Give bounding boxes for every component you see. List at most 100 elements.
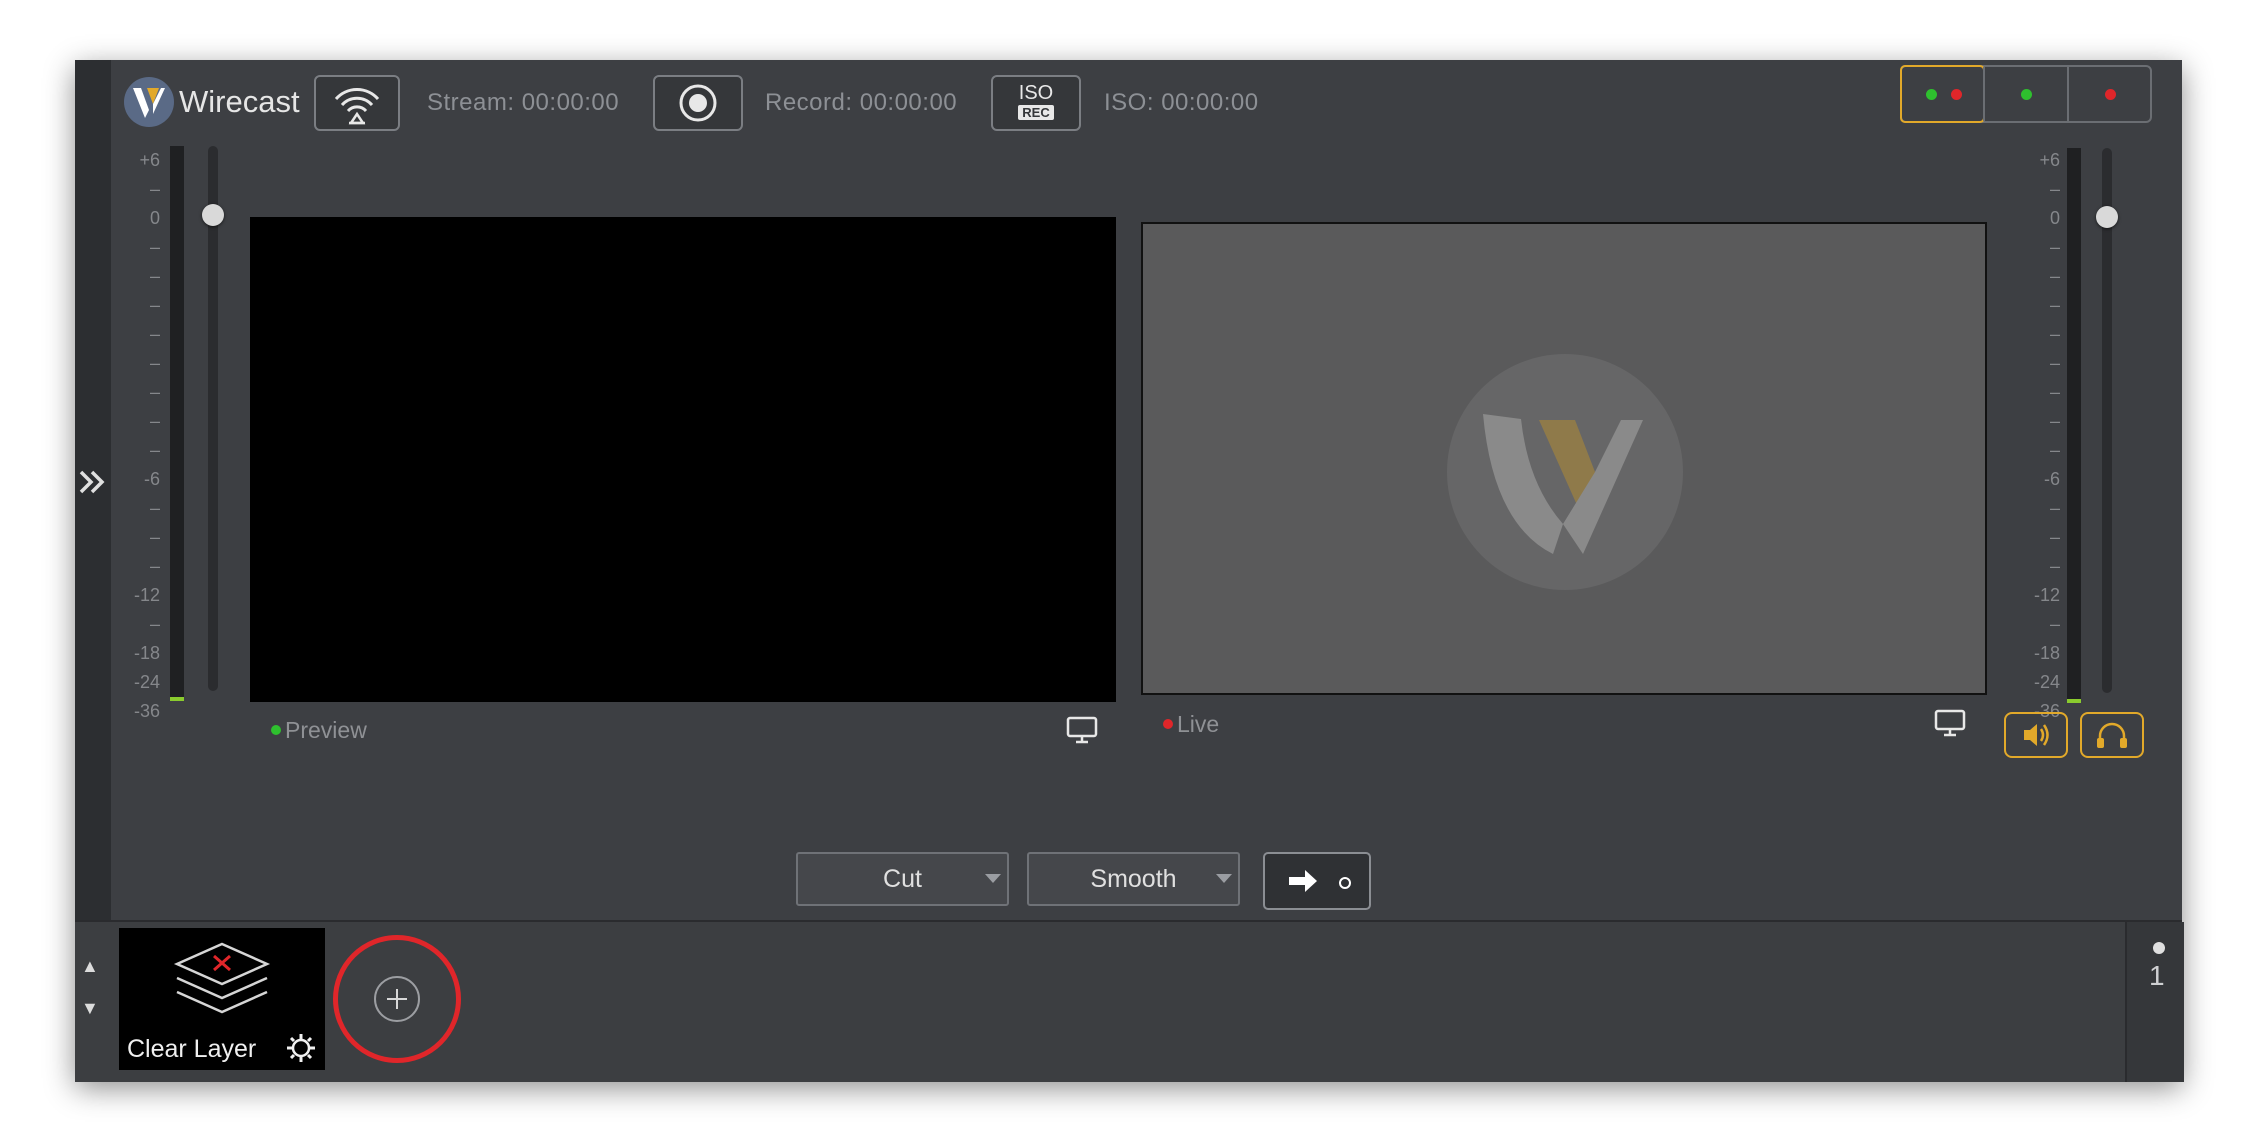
speaker-button[interactable] xyxy=(2004,712,2068,758)
headphones-button[interactable] xyxy=(2080,712,2144,758)
speaker-icon xyxy=(2024,724,2049,746)
meter-scale-tick: -12 xyxy=(133,585,160,605)
meter-scale-tick: – xyxy=(149,382,160,402)
status-red-toggle[interactable] xyxy=(2066,67,2150,121)
preview-monitor-button[interactable] xyxy=(1065,715,1099,745)
headphones-icon xyxy=(2097,722,2127,748)
layers-icon xyxy=(173,942,271,1014)
layer-down-arrow-icon[interactable]: ▼ xyxy=(81,998,99,1019)
meter-scale-tick: – xyxy=(2049,237,2060,257)
iso-status: ISO: 00:00:00 xyxy=(1104,89,1259,117)
transition-select-1[interactable]: Cut xyxy=(796,852,1009,906)
meter-scale-tick: – xyxy=(149,179,160,199)
wirecast-window: Wirecast Stream: 00:00:00 Record: 00:00:… xyxy=(75,60,2184,1082)
meter-scale-tick: – xyxy=(2049,382,2060,402)
meter-scale-tick: – xyxy=(2049,295,2060,315)
preview-label: Preview xyxy=(285,717,367,743)
go-transition-button[interactable] xyxy=(1263,852,1371,910)
green-status-dot xyxy=(2021,89,2033,100)
wirecast-logo xyxy=(123,76,175,128)
meter-scale-tick: – xyxy=(149,353,160,373)
shot-name: Clear Layer xyxy=(127,1035,257,1063)
meter-scale-tick: – xyxy=(149,411,160,431)
iso-label: ISO: xyxy=(1104,89,1155,116)
meter-scale-tick: – xyxy=(2049,440,2060,460)
meter-scale-tick: – xyxy=(149,440,160,460)
layer-number: 1 xyxy=(2149,960,2165,991)
plus-icon xyxy=(387,989,407,1009)
meter-scale-tick: – xyxy=(149,498,160,518)
double-chevron-right-icon xyxy=(79,470,105,494)
status-all-toggle[interactable] xyxy=(1900,65,1986,123)
layer-active-dot xyxy=(2153,942,2165,954)
meter-scale-tick: – xyxy=(2049,527,2060,547)
monitor-icon xyxy=(1066,716,1098,744)
iso-badge-bottom: REC xyxy=(1018,105,1054,120)
expand-sidebar-button[interactable] xyxy=(75,452,111,512)
meter-scale-tick: – xyxy=(2049,498,2060,518)
iso-rec-icon: ISO REC xyxy=(993,83,1079,122)
meter-scale-tick: – xyxy=(2049,353,2060,373)
meter-scale-tick: – xyxy=(149,295,160,315)
iso-time: 00:00:00 xyxy=(1161,89,1259,116)
wirecast-watermark-icon xyxy=(1447,354,1683,590)
gear-icon[interactable] xyxy=(285,1032,317,1064)
record-button[interactable] xyxy=(653,75,743,131)
red-status-dot xyxy=(1951,89,1962,100)
live-monitor-button[interactable] xyxy=(1933,708,1967,738)
dropdown-caret-icon xyxy=(1216,874,1232,883)
preview-viewer[interactable] xyxy=(250,217,1116,702)
right-volume-knob[interactable] xyxy=(2096,206,2118,228)
left-volume-knob[interactable] xyxy=(202,204,224,226)
meter-scale-tick: +6 xyxy=(139,150,160,170)
meter-scale-tick: -18 xyxy=(133,643,160,663)
add-shot-button[interactable] xyxy=(374,976,420,1022)
record-icon xyxy=(679,84,717,122)
preview-label-group: Preview xyxy=(271,717,367,744)
green-status-dot xyxy=(1926,89,1937,100)
dropdown-caret-icon xyxy=(985,874,1001,883)
transition-1-label: Cut xyxy=(883,865,922,893)
meter-scale-tick: -6 xyxy=(2043,469,2060,489)
stream-label: Stream: xyxy=(427,89,515,116)
record-label: Record: xyxy=(765,89,853,116)
meter-scale-tick: -18 xyxy=(2033,643,2060,663)
meter-scale-tick: – xyxy=(149,527,160,547)
broadcast-icon xyxy=(334,88,380,125)
live-viewer[interactable] xyxy=(1141,222,1987,695)
meter-scale-tick: – xyxy=(149,324,160,344)
stream-status: Stream: 00:00:00 xyxy=(427,89,619,117)
transition-select-2[interactable]: Smooth xyxy=(1027,852,1240,906)
shot-layer-area: ▲ ▼ Clear Layer 1 xyxy=(75,920,2184,1082)
meter-scale-tick: -12 xyxy=(2033,585,2060,605)
meter-scale-tick: – xyxy=(2049,266,2060,286)
live-label: Live xyxy=(1177,711,1220,737)
meter-scale-tick: – xyxy=(149,237,160,257)
monitor-icon xyxy=(1934,709,1966,737)
meter-scale-tick: 0 xyxy=(2049,208,2060,228)
meter-scale-tick: – xyxy=(2049,614,2060,634)
layer-up-arrow-icon[interactable]: ▲ xyxy=(81,956,99,977)
meter-scale-tick: -6 xyxy=(143,469,160,489)
stream-time: 00:00:00 xyxy=(521,89,620,116)
meter-scale-tick: -24 xyxy=(133,672,160,692)
stream-button[interactable] xyxy=(314,75,400,131)
right-audio-meter xyxy=(2067,148,2081,703)
arrow-right-icon xyxy=(1289,870,1351,892)
live-status-dot xyxy=(1163,719,1173,729)
left-audio-meter xyxy=(170,146,184,701)
right-volume-slider[interactable] xyxy=(2096,148,2118,693)
meter-scale-tick: -36 xyxy=(133,701,160,721)
app-title: Wirecast xyxy=(179,84,300,119)
status-green-toggle[interactable] xyxy=(1983,67,2066,121)
output-status-group xyxy=(1900,65,2152,123)
shot-clear-layer[interactable]: Clear Layer xyxy=(119,928,325,1070)
iso-record-button[interactable]: ISO REC xyxy=(991,75,1081,131)
iso-badge-top: ISO xyxy=(1018,82,1054,104)
live-label-group: Live xyxy=(1163,711,1219,738)
meter-scale-tick: – xyxy=(149,266,160,286)
meter-scale-tick: – xyxy=(2049,411,2060,431)
preview-status-dot xyxy=(271,725,281,735)
left-volume-slider[interactable] xyxy=(202,146,224,691)
transition-2-label: Smooth xyxy=(1090,865,1177,893)
